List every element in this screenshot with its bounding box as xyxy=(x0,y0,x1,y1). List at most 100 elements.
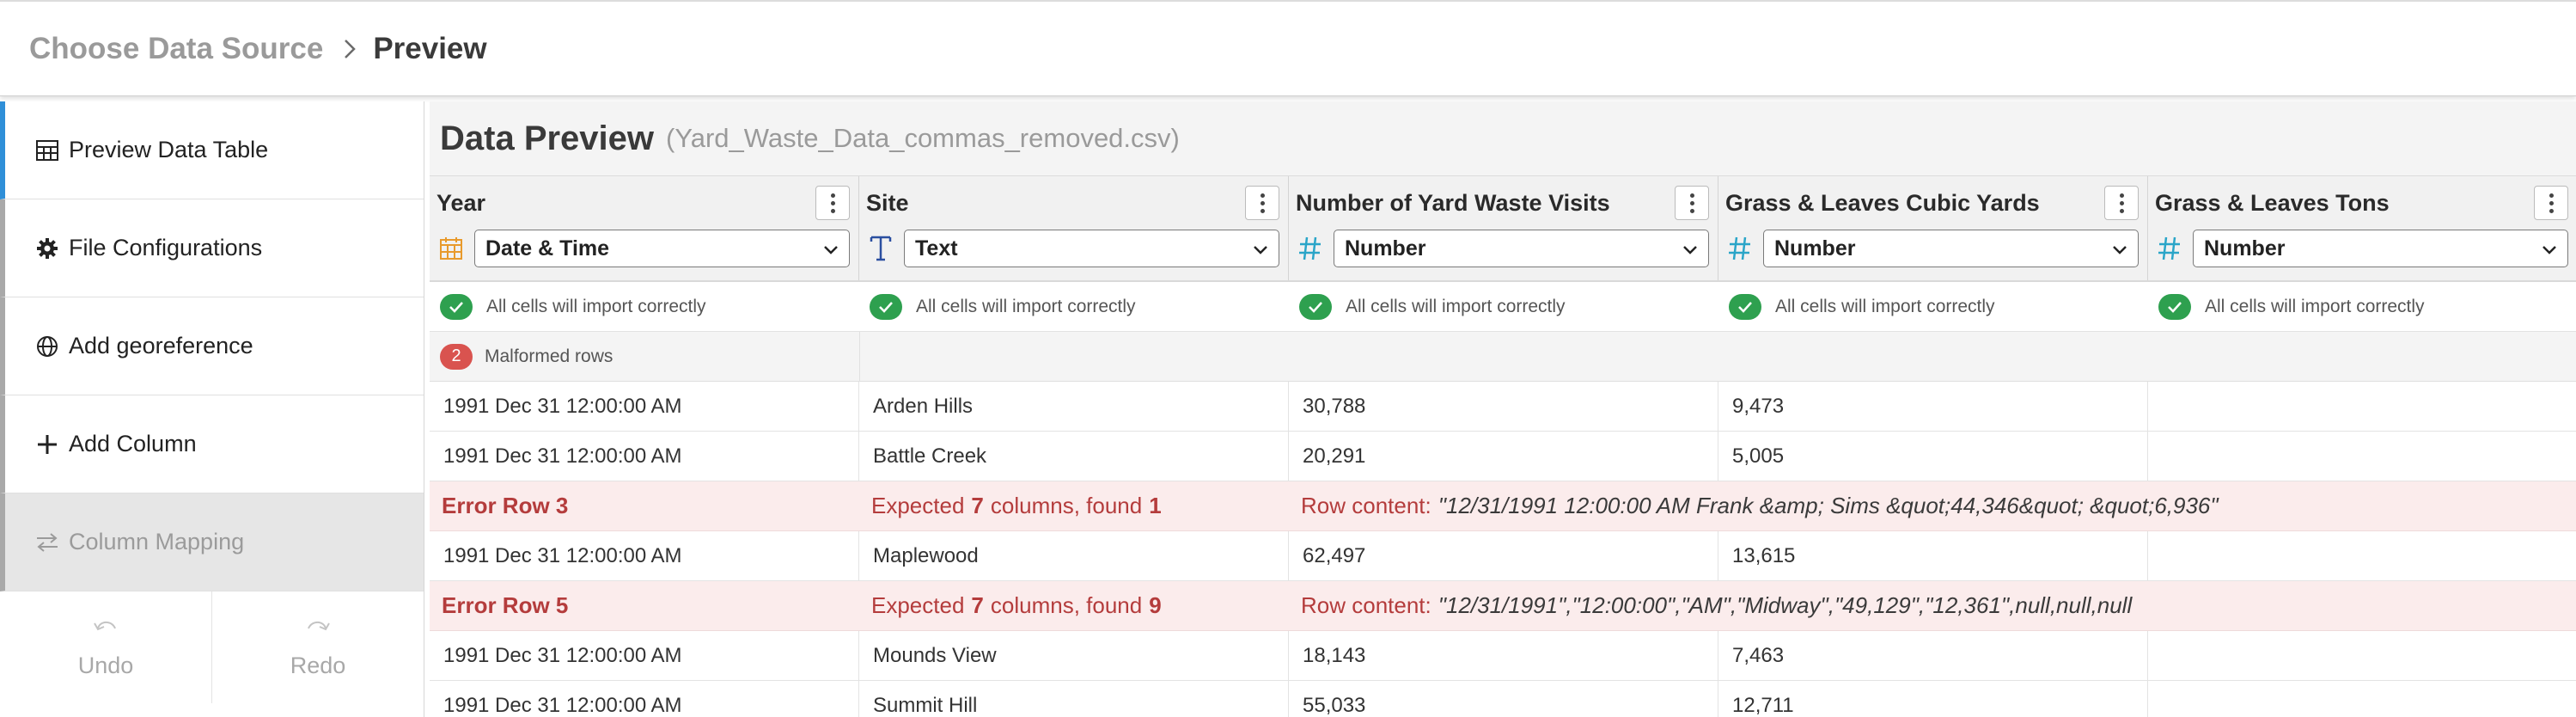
redo-button[interactable]: Redo xyxy=(211,591,424,703)
sidebar-item-label: Add georeference xyxy=(69,333,253,358)
undo-redo-bar: Undo Redo xyxy=(0,591,424,703)
file-name: (Yard_Waste_Data_commas_removed.csv) xyxy=(666,123,1180,153)
page-title: Data Preview xyxy=(440,119,655,157)
hash-icon xyxy=(2155,231,2184,266)
malformed-rows-indicator[interactable]: 2 Malformed rows xyxy=(430,332,859,381)
sidebar-item-preview-data-table[interactable]: Preview Data Table xyxy=(0,101,424,199)
error-found-prefix: columns, found xyxy=(990,592,1143,618)
column-menu-button[interactable] xyxy=(2104,186,2139,220)
table-cell xyxy=(2148,382,2576,431)
column-header-grass-leaves-tons: Grass & Leaves Tons Number xyxy=(2148,176,2576,280)
chevron-down-icon xyxy=(2542,236,2557,261)
column-menu-button[interactable] xyxy=(1675,186,1709,220)
table-row: 1991 Dec 31 12:00:00 AM Battle Creek 20,… xyxy=(430,432,2576,481)
column-title: Year xyxy=(436,189,486,216)
sidebar-item-label: File Configurations xyxy=(69,235,263,260)
table-cell: Battle Creek xyxy=(859,432,1289,481)
table-cell: Arden Hills xyxy=(859,382,1289,431)
column-title: Number of Yard Waste Visits xyxy=(1296,189,1610,216)
sidebar-item-column-mapping[interactable]: Column Mapping xyxy=(0,493,424,591)
redo-label: Redo xyxy=(290,652,346,678)
status-text: All cells will import correctly xyxy=(916,296,1136,316)
redo-icon xyxy=(305,616,331,642)
table-cell xyxy=(2148,631,2576,680)
undo-button[interactable]: Undo xyxy=(0,591,211,703)
gear-icon xyxy=(34,236,60,261)
table-cell: Maplewood xyxy=(859,531,1289,580)
data-preview-table: Year Date & Time Site Text Number of Yar… xyxy=(430,175,2576,717)
table-cell: 62,497 xyxy=(1289,531,1718,580)
column-type-value: Number xyxy=(2204,236,2286,260)
text-type-icon xyxy=(866,231,895,266)
column-status: All cells will import correctly xyxy=(430,282,859,331)
check-icon xyxy=(870,293,902,320)
column-menu-button[interactable] xyxy=(815,186,850,220)
status-text: All cells will import correctly xyxy=(2205,296,2425,316)
error-row-content: Row content: "12/31/1991","12:00:00","AM… xyxy=(1289,581,2576,630)
table-cell xyxy=(2148,681,2576,717)
column-status: All cells will import correctly xyxy=(1718,282,2148,331)
table-cell: 7,463 xyxy=(1718,631,2148,680)
column-title: Grass & Leaves Tons xyxy=(2155,189,2390,216)
table-cell: 30,788 xyxy=(1289,382,1718,431)
import-status-row: All cells will import correctly All cell… xyxy=(430,282,2576,332)
breadcrumb-bar: Choose Data Source Preview xyxy=(0,0,2576,96)
column-header-yard-waste-visits: Number of Yard Waste Visits Number xyxy=(1289,176,1718,280)
table-cell: 12,711 xyxy=(1718,681,2148,717)
check-icon xyxy=(440,293,473,320)
error-expected-prefix: Expected xyxy=(871,592,965,618)
sidebar-item-file-configurations[interactable]: File Configurations xyxy=(0,199,424,297)
column-type-select[interactable]: Date & Time xyxy=(474,230,850,267)
table-row: 1991 Dec 31 12:00:00 AM Mounds View 18,1… xyxy=(430,631,2576,681)
table-icon xyxy=(34,138,60,163)
table-row: 1991 Dec 31 12:00:00 AM Maplewood 62,497… xyxy=(430,531,2576,581)
check-icon xyxy=(1729,293,1761,320)
table-cell: Summit Hill xyxy=(859,681,1289,717)
column-type-value: Number xyxy=(1345,236,1426,260)
hash-icon xyxy=(1725,231,1755,266)
sidebar-item-label: Preview Data Table xyxy=(69,137,269,162)
sidebar: Preview Data Table File Configurations A… xyxy=(0,101,424,717)
breadcrumb-choose-data-source[interactable]: Choose Data Source xyxy=(29,32,323,66)
malformed-rows-label: Malformed rows xyxy=(485,346,613,366)
column-header-grass-leaves-cubic-yards: Grass & Leaves Cubic Yards Number xyxy=(1718,176,2148,280)
table-cell: 18,143 xyxy=(1289,631,1718,680)
column-type-select[interactable]: Number xyxy=(1763,230,2139,267)
sidebar-item-add-georeference[interactable]: Add georeference xyxy=(0,297,424,395)
table-cell: 1991 Dec 31 12:00:00 AM xyxy=(430,382,859,431)
column-type-select[interactable]: Text xyxy=(904,230,1279,267)
column-title: Grass & Leaves Cubic Yards xyxy=(1725,189,2040,216)
main-panel: Data Preview (Yard_Waste_Data_commas_rem… xyxy=(430,101,2576,717)
malformed-rows-row: 2 Malformed rows xyxy=(430,332,2576,382)
malformed-count-badge: 2 xyxy=(440,343,473,370)
error-row: Error Row 3 Expected 7 columns, found 1 … xyxy=(430,481,2576,531)
table-cell: 5,005 xyxy=(1718,432,2148,481)
column-type-select[interactable]: Number xyxy=(1334,230,1709,267)
error-found-count: 1 xyxy=(1149,493,1162,518)
table-cell: 1991 Dec 31 12:00:00 AM xyxy=(430,531,859,580)
row-content-value: "12/31/1991","12:00:00","AM","Midway","4… xyxy=(1438,592,2133,618)
error-row: Error Row 5 Expected 7 columns, found 9 … xyxy=(430,581,2576,631)
column-header-site: Site Text xyxy=(859,176,1289,280)
sidebar-item-add-column[interactable]: Add Column xyxy=(0,395,424,493)
column-title: Site xyxy=(866,189,909,216)
column-type-select[interactable]: Number xyxy=(2193,230,2568,267)
chevron-down-icon xyxy=(1682,236,1698,261)
error-expected-message: Expected 7 columns, found 1 xyxy=(859,481,1289,530)
column-type-value: Text xyxy=(915,236,958,260)
undo-label: Undo xyxy=(77,652,134,678)
row-content-label: Row content: xyxy=(1301,592,1431,618)
table-row: 1991 Dec 31 12:00:00 AM Summit Hill 55,0… xyxy=(430,681,2576,717)
table-cell: 20,291 xyxy=(1289,432,1718,481)
column-menu-button[interactable] xyxy=(2534,186,2568,220)
calendar-icon xyxy=(436,231,466,266)
error-found-prefix: columns, found xyxy=(990,493,1143,518)
sidebar-item-label: Column Mapping xyxy=(69,529,245,555)
column-status: All cells will import correctly xyxy=(1289,282,1718,331)
column-menu-button[interactable] xyxy=(1245,186,1279,220)
status-text: All cells will import correctly xyxy=(486,296,706,316)
preview-header: Data Preview (Yard_Waste_Data_commas_rem… xyxy=(430,101,2576,175)
error-row-label: Error Row 5 xyxy=(442,592,569,618)
hash-icon xyxy=(1296,231,1325,266)
error-expected-message: Expected 7 columns, found 9 xyxy=(859,581,1289,630)
